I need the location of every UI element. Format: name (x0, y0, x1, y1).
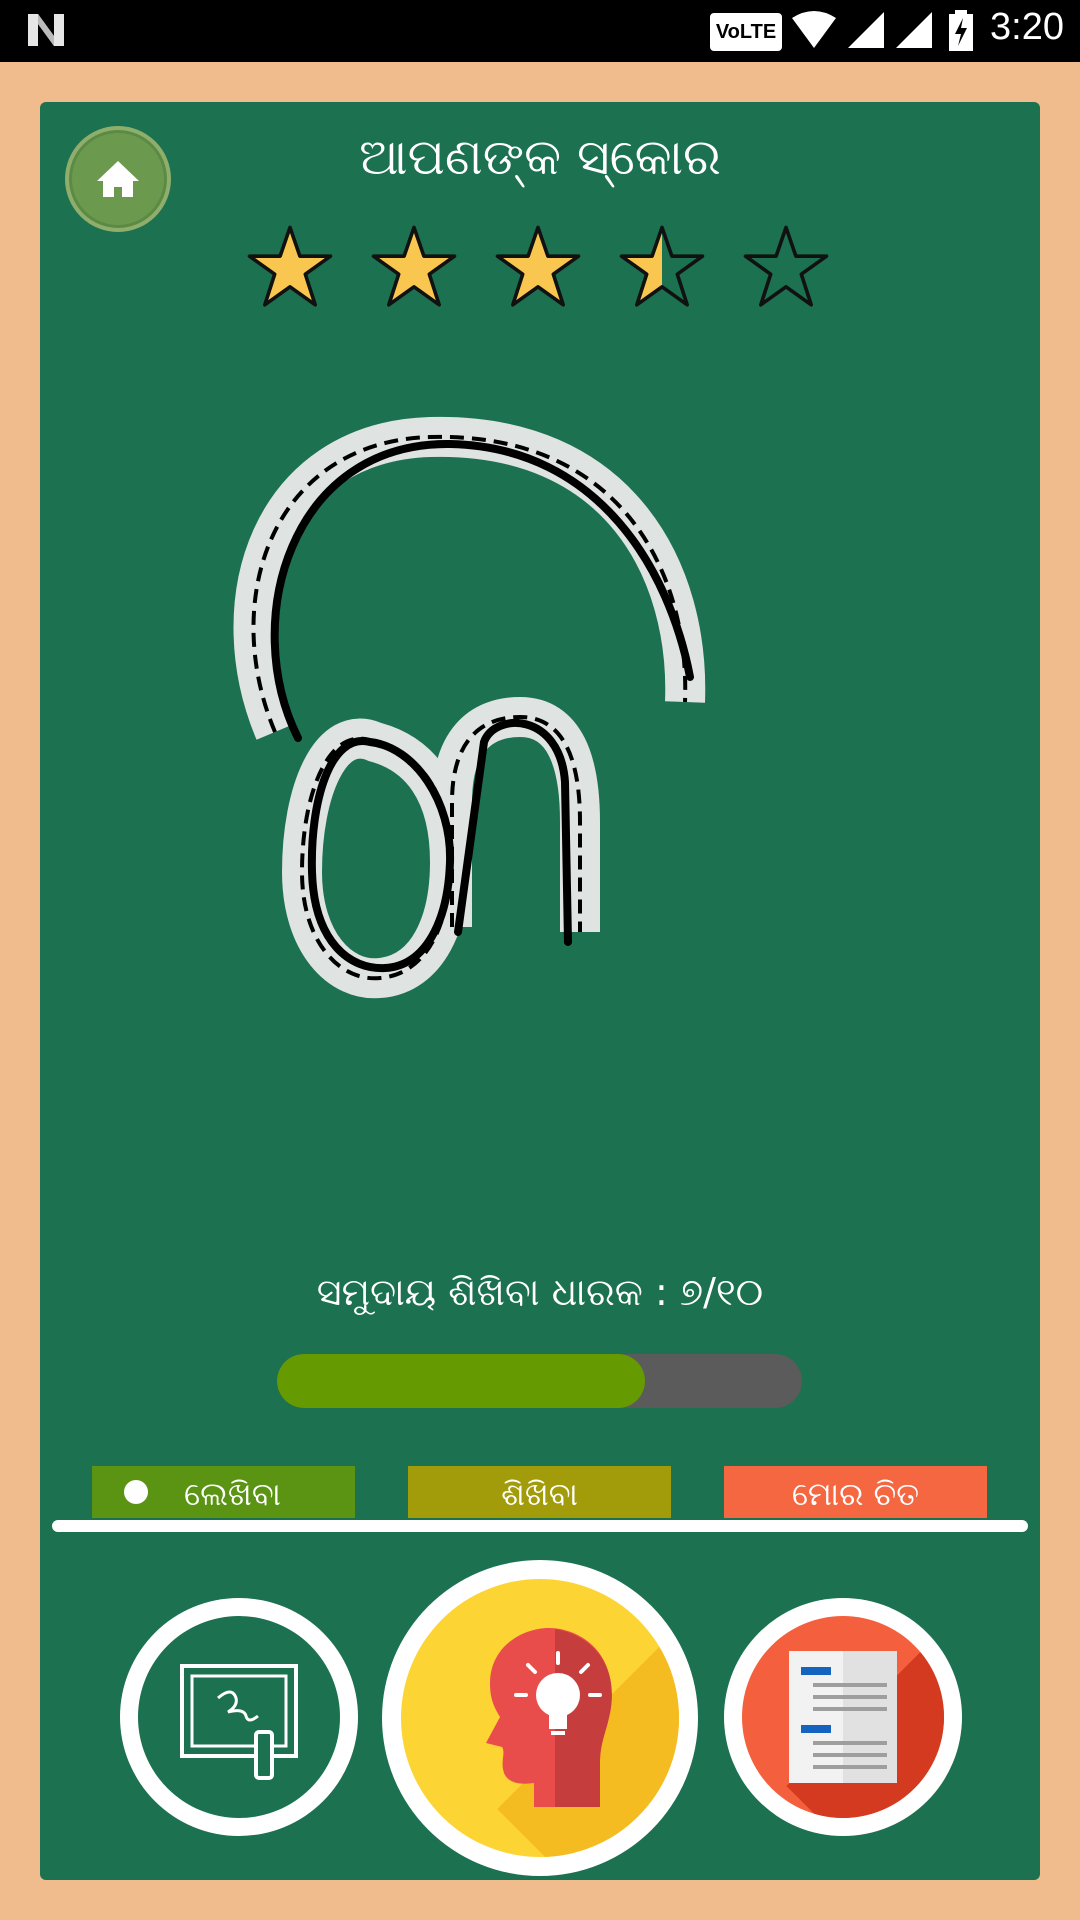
signal-icon (848, 12, 884, 48)
tab-learn[interactable]: ଶିଖିବା (408, 1466, 671, 1518)
selected-indicator (124, 1480, 148, 1504)
status-time: 3:20 (990, 6, 1064, 48)
drawing-board-icon (180, 1664, 298, 1780)
android-n-icon (28, 14, 64, 46)
progress-fill (277, 1354, 645, 1408)
tab-my-picture[interactable]: ମୋର ଚିତ (724, 1466, 987, 1518)
battery-charging-icon (949, 10, 973, 51)
wifi-icon (792, 11, 836, 48)
progress-bar (277, 1354, 802, 1408)
board: ଆପଣଙ୍କ ସ୍କୋର ସମୁଦାୟ ଶିଖିବା ଧାରକ : ୭/୧୦ ଲ… (40, 102, 1040, 1880)
my-picture-button[interactable] (724, 1598, 962, 1836)
tab-write-label: ଲେଖିବା (184, 1475, 281, 1513)
tab-write[interactable]: ଲେଖିବା (92, 1466, 355, 1518)
write-button[interactable] (120, 1598, 358, 1836)
tab-learn-label: ଶିଖିବା (501, 1475, 578, 1513)
status-bar: VoLTE 3:20 (0, 0, 1080, 62)
volte-badge: VoLTE (710, 13, 782, 51)
head-lightbulb-icon (486, 1627, 612, 1807)
signal-icon-2 (896, 12, 932, 48)
tab-my-picture-label: ମୋର ଚିତ (791, 1475, 920, 1513)
tab-divider (52, 1520, 1028, 1532)
learn-button[interactable] (382, 1560, 698, 1876)
total-score-caption: ସମୁଦାୟ ଶିଖିବା ଧାରକ : ୭/୧୦ (316, 1270, 764, 1314)
tracing-canvas[interactable] (40, 102, 1040, 1102)
document-icon (789, 1651, 897, 1783)
